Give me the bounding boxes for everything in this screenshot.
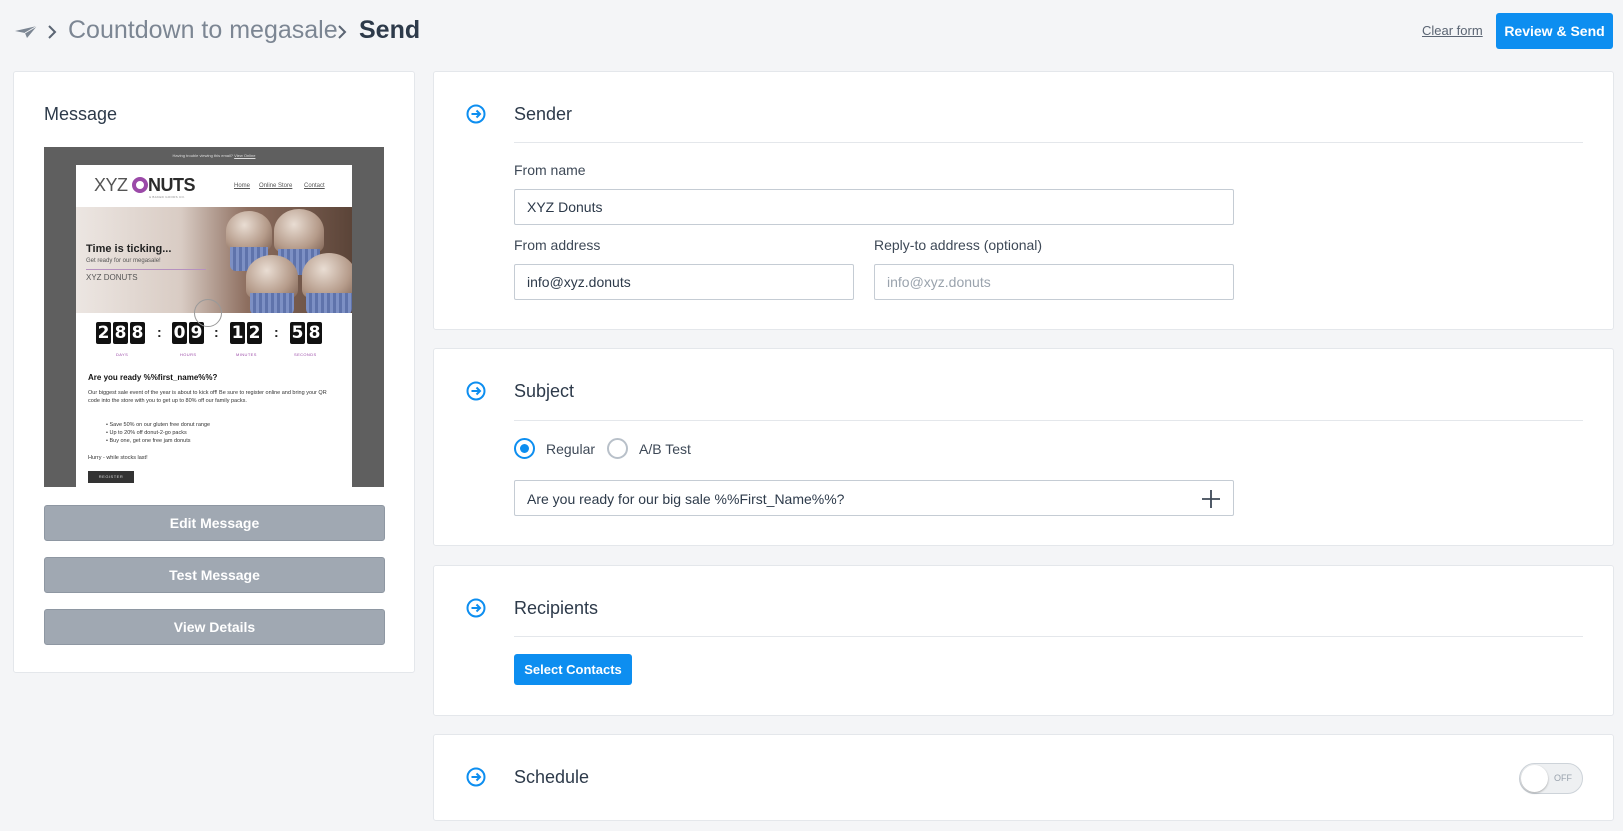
reply-to-input[interactable]: [874, 264, 1234, 300]
countdown-label-hours: HOURS: [180, 352, 197, 357]
preview-nav-store: Online Store: [259, 183, 293, 189]
countdown-digit: 5: [290, 322, 305, 344]
recipients-section: Recipients Select Contacts: [433, 565, 1614, 716]
subject-input[interactable]: Are you ready for our big sale %%First_N…: [514, 480, 1234, 516]
section-divider: [514, 142, 1583, 143]
preview-brand-sub: & BAKED GOODS CO.: [149, 195, 186, 199]
list-item: Save 50% on our gluten free donut range: [106, 421, 210, 429]
radio-regular[interactable]: [514, 438, 535, 459]
preview-top-text: Having trouble viewing this email? View …: [172, 153, 256, 158]
section-divider: [514, 636, 1583, 637]
countdown-label-days: DAYS: [116, 352, 129, 357]
countdown-digit: 2: [247, 322, 262, 344]
message-title: Message: [44, 104, 118, 124]
toggle-knob: [1521, 765, 1548, 792]
arrow-circle-right-icon[interactable]: [466, 598, 486, 618]
countdown-label-seconds: SECONDS: [294, 352, 317, 357]
arrow-circle-right-icon[interactable]: [466, 381, 486, 401]
select-contacts-button[interactable]: Select Contacts: [514, 654, 632, 685]
review-send-button[interactable]: Review & Send: [1496, 13, 1613, 49]
breadcrumb-campaign[interactable]: Countdown to megasale: [68, 16, 338, 45]
view-details-button[interactable]: View Details: [44, 609, 385, 645]
countdown-digit: 8: [307, 322, 322, 344]
preview-nav-home: Home: [234, 183, 251, 189]
schedule-section: Schedule OFF: [433, 734, 1614, 821]
preview-hero-title: Time is ticking...: [86, 243, 172, 255]
preview-register-button: REGISTER: [88, 471, 134, 483]
from-address-label: From address: [514, 237, 601, 253]
schedule-toggle[interactable]: OFF: [1519, 763, 1583, 794]
countdown-colon: :: [274, 324, 279, 340]
message-panel: Message Having trouble viewing this emai…: [13, 71, 415, 673]
subject-section: Subject Regular A/B Test Are you ready f…: [433, 348, 1614, 546]
preview-hero: Time is ticking... Get ready for our meg…: [76, 207, 352, 313]
chevron-right-icon: [338, 25, 347, 39]
countdown-digit: 8: [130, 322, 145, 344]
from-name-input[interactable]: [514, 189, 1234, 225]
cupcake-image: [274, 209, 324, 253]
preview-question: Are you ready %%first_name%%?: [88, 373, 218, 382]
preview-hurry: Hurry - while stocks last!: [88, 455, 148, 461]
section-divider: [514, 420, 1583, 421]
edit-message-button[interactable]: Edit Message: [44, 505, 385, 541]
email-preview[interactable]: Having trouble viewing this email? View …: [44, 147, 384, 487]
radio-ab-test-label[interactable]: A/B Test: [639, 441, 691, 457]
countdown-colon: :: [157, 324, 162, 340]
arrow-circle-right-icon[interactable]: [466, 104, 486, 124]
radio-regular-label[interactable]: Regular: [546, 441, 595, 457]
cursor-indicator: [194, 299, 222, 327]
page-title: Send: [359, 16, 421, 44]
preview-brand-logo: XYZ NUTS: [94, 175, 196, 195]
arrow-circle-right-icon[interactable]: [466, 767, 486, 787]
reply-to-label: Reply-to address (optional): [874, 237, 1043, 253]
preview-bullets: Save 50% on our gluten free donut range …: [106, 421, 210, 445]
plus-icon[interactable]: [1201, 489, 1221, 509]
sender-title: Sender: [514, 104, 573, 124]
from-address-input[interactable]: [514, 264, 854, 300]
chevron-right-icon: [48, 25, 57, 39]
radio-ab-test[interactable]: [607, 438, 628, 459]
preview-paragraph: Our biggest sale event of the year is ab…: [88, 390, 327, 404]
cupcake-image: [226, 211, 272, 251]
schedule-title: Schedule: [514, 767, 590, 787]
from-name-label: From name: [514, 162, 586, 178]
countdown-digit: 2: [96, 322, 111, 344]
recipients-title: Recipients: [514, 598, 599, 618]
list-item: Buy one, get one free jam donuts: [106, 437, 210, 445]
preview-hero-logo: XYZ DONUTS: [86, 273, 138, 282]
subject-value: Are you ready for our big sale %%First_N…: [527, 491, 845, 507]
countdown-timer: 2 8 8 : 0 9 : 1 2 : 5 8 DAYS HOURS MINUT…: [94, 322, 334, 362]
subject-title: Subject: [514, 381, 575, 401]
countdown-digit: 1: [230, 322, 245, 344]
preview-divider: [86, 269, 206, 270]
list-item: Up to 20% off donut-2-go packs: [106, 429, 210, 437]
preview-email-body: XYZ NUTS & BAKED GOODS CO. Home Online S…: [76, 165, 352, 487]
preview-hero-sub: Get ready for our megasale!: [86, 258, 161, 264]
donut-icon: [132, 177, 149, 193]
toggle-state-label: OFF: [1554, 773, 1572, 783]
top-bar: Countdown to megasale Send Clear form Re…: [0, 0, 1623, 66]
countdown-colon: :: [214, 324, 219, 340]
countdown-digit: 0: [172, 322, 187, 344]
sender-section: Sender From name From address Reply-to a…: [433, 71, 1614, 330]
clear-form-link[interactable]: Clear form: [1422, 23, 1483, 38]
preview-nav-contact: Contact: [304, 183, 325, 189]
paper-plane-icon[interactable]: [14, 24, 38, 40]
test-message-button[interactable]: Test Message: [44, 557, 385, 593]
countdown-label-minutes: MINUTES: [236, 352, 257, 357]
countdown-digit: 8: [113, 322, 128, 344]
